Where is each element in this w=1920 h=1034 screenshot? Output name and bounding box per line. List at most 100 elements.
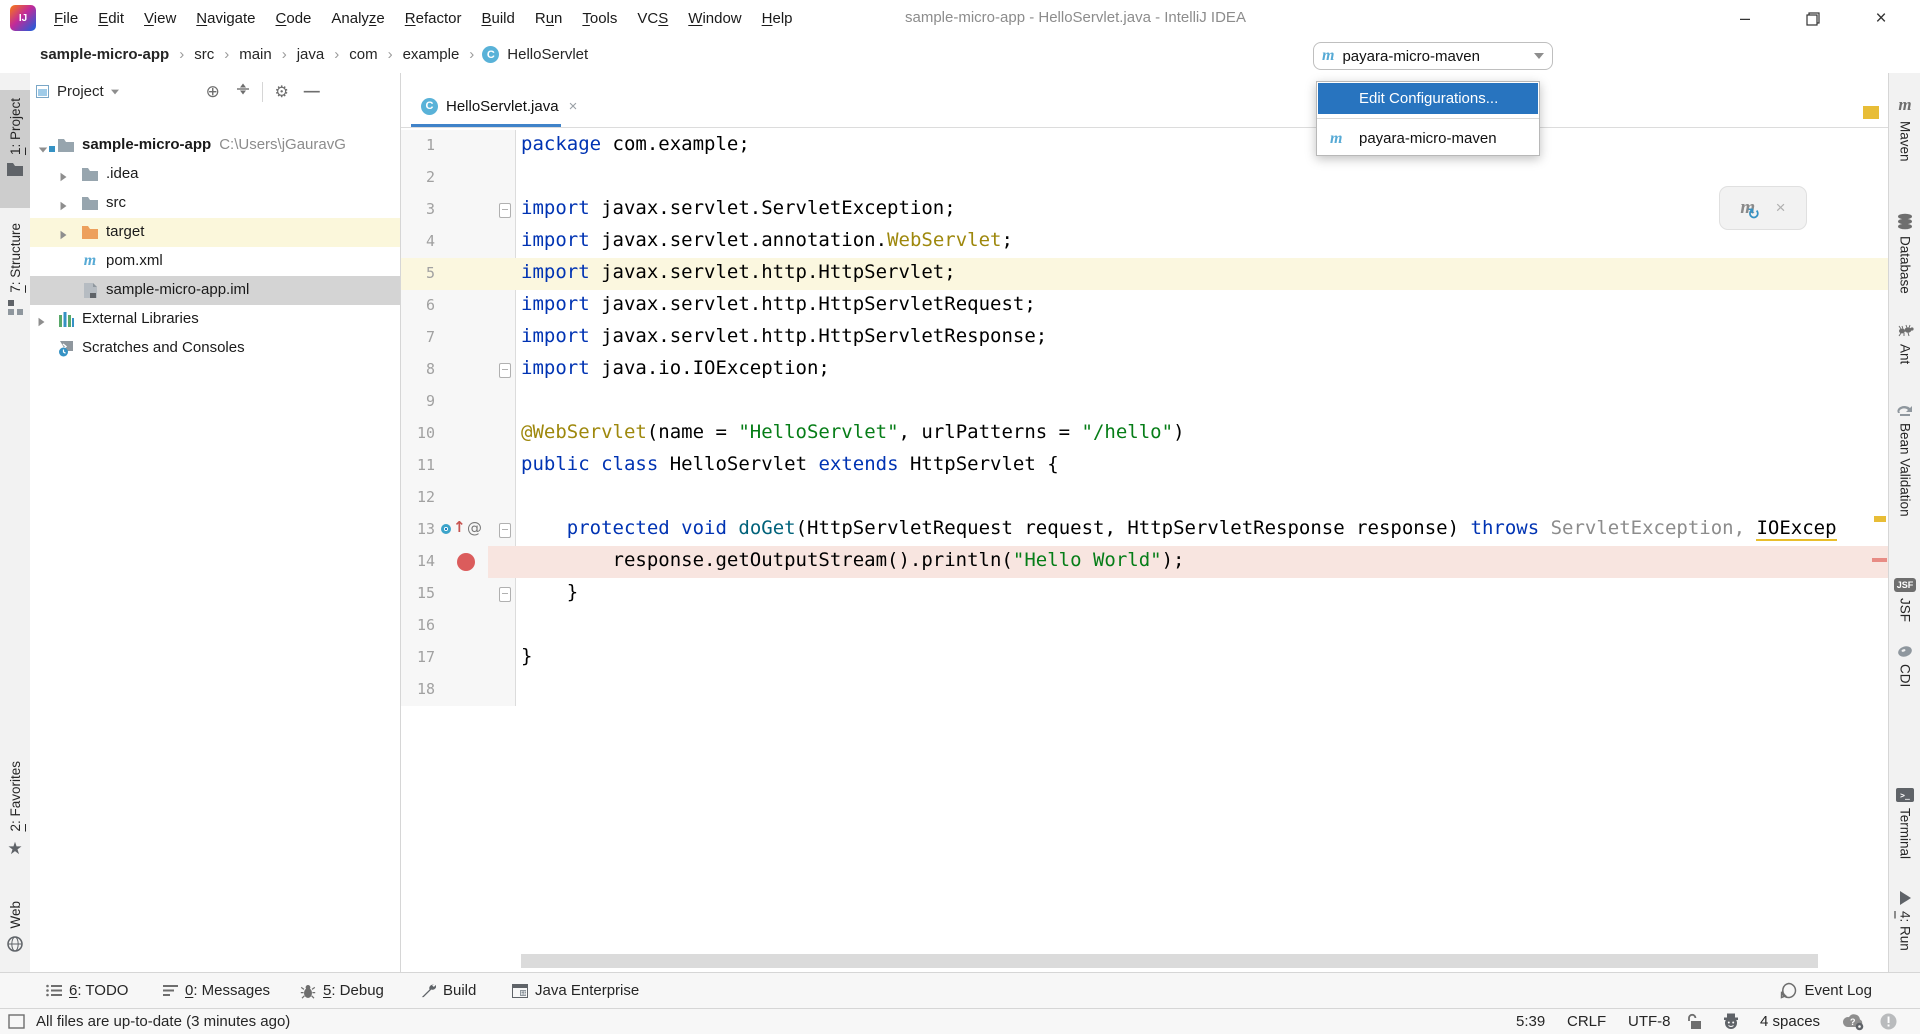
breadcrumb-sample-micro-app[interactable]: sample-micro-app [38,46,171,63]
code-area[interactable]: 1 package com.example; 2 3 import javax.… [401,130,1889,706]
code-line-17[interactable]: 17 } [401,642,1889,674]
toolwindow-button-0-messages[interactable]: 0: Messages [163,973,270,1008]
chevron-down-icon[interactable] [111,89,119,94]
code-line-11[interactable]: 11 public class HelloServlet extends Htt… [401,450,1889,482]
chevron-collapsed-icon[interactable] [60,227,67,244]
code-line-10[interactable]: 10 @WebServlet(name = "HelloServlet", ur… [401,418,1889,450]
stripe-button-jsf[interactable]: JSFJSF [1889,578,1920,622]
menu-code[interactable]: Code [266,10,322,27]
code-line-1[interactable]: 1 package com.example; [401,130,1889,162]
dropdown-item-payara-micro-maven[interactable]: mpayara-micro-maven [1318,123,1538,154]
stripe-button-7-structure[interactable]: 7: Structure [0,223,30,315]
menu-help[interactable]: Help [752,10,803,27]
tree-item-target[interactable]: target [30,218,400,247]
code-line-13[interactable]: 13↑@ protected void doGet(HttpServletReq… [401,514,1889,546]
file-encoding[interactable]: UTF-8 [1628,1009,1671,1034]
tree-item-idea[interactable]: .idea [30,160,400,189]
breadcrumb-src[interactable]: src [192,46,216,63]
menu-edit[interactable]: Edit [88,10,134,27]
code-line-18[interactable]: 18 [401,674,1889,706]
locate-icon[interactable]: ⊕ [198,82,228,102]
overridden-method-icon[interactable] [441,524,451,534]
stripe-button-database[interactable]: Database [1889,213,1920,294]
dropdown-item-edit-configurations[interactable]: Edit Configurations... [1318,83,1538,114]
close-button[interactable]: × [1858,0,1904,37]
close-icon[interactable]: × [1776,198,1786,218]
fold-marker-icon[interactable] [499,203,511,218]
error-stripe-breakpoint-mark[interactable] [1872,558,1887,562]
chevron-collapsed-icon[interactable] [60,198,67,215]
horizontal-scrollbar[interactable] [521,954,1818,968]
breadcrumb-example[interactable]: example [401,46,462,63]
stripe-button-maven[interactable]: mMaven [1889,95,1920,162]
highlighting-level-icon[interactable] [1722,1009,1740,1034]
code-line-6[interactable]: 6 import javax.servlet.http.HttpServletR… [401,290,1889,322]
stripe-button-web[interactable]: Web [0,901,30,952]
stripe-button-ant[interactable]: Ant [1889,323,1920,364]
settings-icon[interactable]: ⚙ [267,82,297,102]
code-line-14[interactable]: 14 response.getOutputStream().println("H… [401,546,1889,578]
breakpoint-icon[interactable] [457,553,475,571]
chevron-expanded-icon[interactable] [38,140,48,157]
toolwindow-toggle-icon[interactable] [8,1009,25,1034]
indent-setting[interactable]: 4 spaces [1760,1009,1820,1034]
menu-refactor[interactable]: Refactor [395,10,472,27]
maven-reimport-icon[interactable]: m↻ [1740,197,1755,219]
close-tab-icon[interactable]: × [569,98,578,115]
fold-marker-icon[interactable] [499,587,511,602]
menu-analyze[interactable]: Analyze [321,10,394,27]
tree-item-external-libraries[interactable]: External Libraries [30,305,400,334]
code-line-16[interactable]: 16 [401,610,1889,642]
tab-helloservlet[interactable]: C HelloServlet.java × [411,85,587,127]
code-line-5[interactable]: 5 import javax.servlet.http.HttpServlet; [401,258,1889,290]
menu-view[interactable]: View [134,10,186,27]
fold-marker-icon[interactable] [499,363,511,378]
editor-area[interactable]: C HelloServlet.java × 1 package com.exam… [400,73,1889,972]
menu-tools[interactable]: Tools [572,10,627,27]
menu-build[interactable]: Build [471,10,524,27]
menu-file[interactable]: File [44,10,88,27]
code-line-4[interactable]: 4 import javax.servlet.annotation.WebSer… [401,226,1889,258]
sync-help-icon[interactable]: ? [1842,1009,1865,1034]
toolwindow-button-build[interactable]: Build [420,973,476,1008]
toolwindow-button-6-todo[interactable]: 6: TODO [46,973,128,1008]
code-line-3[interactable]: 3 import javax.servlet.ServletException; [401,194,1889,226]
chevron-collapsed-icon[interactable] [38,314,45,331]
code-line-8[interactable]: 8 import java.io.IOException; [401,354,1889,386]
breadcrumb-java[interactable]: java [295,46,327,63]
tree-item-pom-xml[interactable]: m pom.xml [30,247,400,276]
unlock-icon[interactable] [1688,1009,1704,1034]
inspection-status-indicator[interactable] [1863,106,1879,119]
menu-navigate[interactable]: Navigate [186,10,265,27]
tree-item-scratches-and-consoles[interactable]: Scratches and Consoles [30,334,400,363]
code-line-2[interactable]: 2 [401,162,1889,194]
chevron-collapsed-icon[interactable] [60,169,67,186]
breadcrumb-com[interactable]: com [347,46,379,63]
error-stripe-warning-mark[interactable] [1874,516,1886,522]
notification-icon[interactable] [1880,1009,1897,1034]
tree-item-src[interactable]: src [30,189,400,218]
code-line-7[interactable]: 7 import javax.servlet.http.HttpServletR… [401,322,1889,354]
menu-vcs[interactable]: VCS [627,10,678,27]
code-line-12[interactable]: 12 [401,482,1889,514]
line-ending[interactable]: CRLF [1567,1009,1606,1034]
fold-marker-icon[interactable] [499,523,511,538]
stripe-button-1-project[interactable]: 1: Project [0,98,30,177]
code-line-9[interactable]: 9 [401,386,1889,418]
collapse-all-icon[interactable] [228,82,258,101]
breadcrumb-main[interactable]: main [237,46,274,63]
toolwindow-button-java-enterprise[interactable]: EEJava Enterprise [512,973,639,1008]
hide-icon[interactable]: — [297,83,327,101]
menu-run[interactable]: Run [525,10,573,27]
caret-position[interactable]: 5:39 [1516,1009,1545,1034]
restore-button[interactable] [1790,0,1836,37]
status-message[interactable]: All files are up-to-date (3 minutes ago) [36,1009,290,1034]
override-arrow-icon[interactable]: ↑ [453,518,466,536]
stripe-button-cdi[interactable]: CDI [1889,645,1920,687]
menu-window[interactable]: Window [678,10,751,27]
breadcrumb-helloservlet[interactable]: HelloServlet [505,46,590,63]
stripe-button-bean-validation[interactable]: Bean Validation [1889,403,1920,517]
project-panel-title[interactable]: Project [57,83,104,100]
code-line-15[interactable]: 15 } [401,578,1889,610]
event-log-button[interactable]: Event Log [1780,973,1872,1008]
